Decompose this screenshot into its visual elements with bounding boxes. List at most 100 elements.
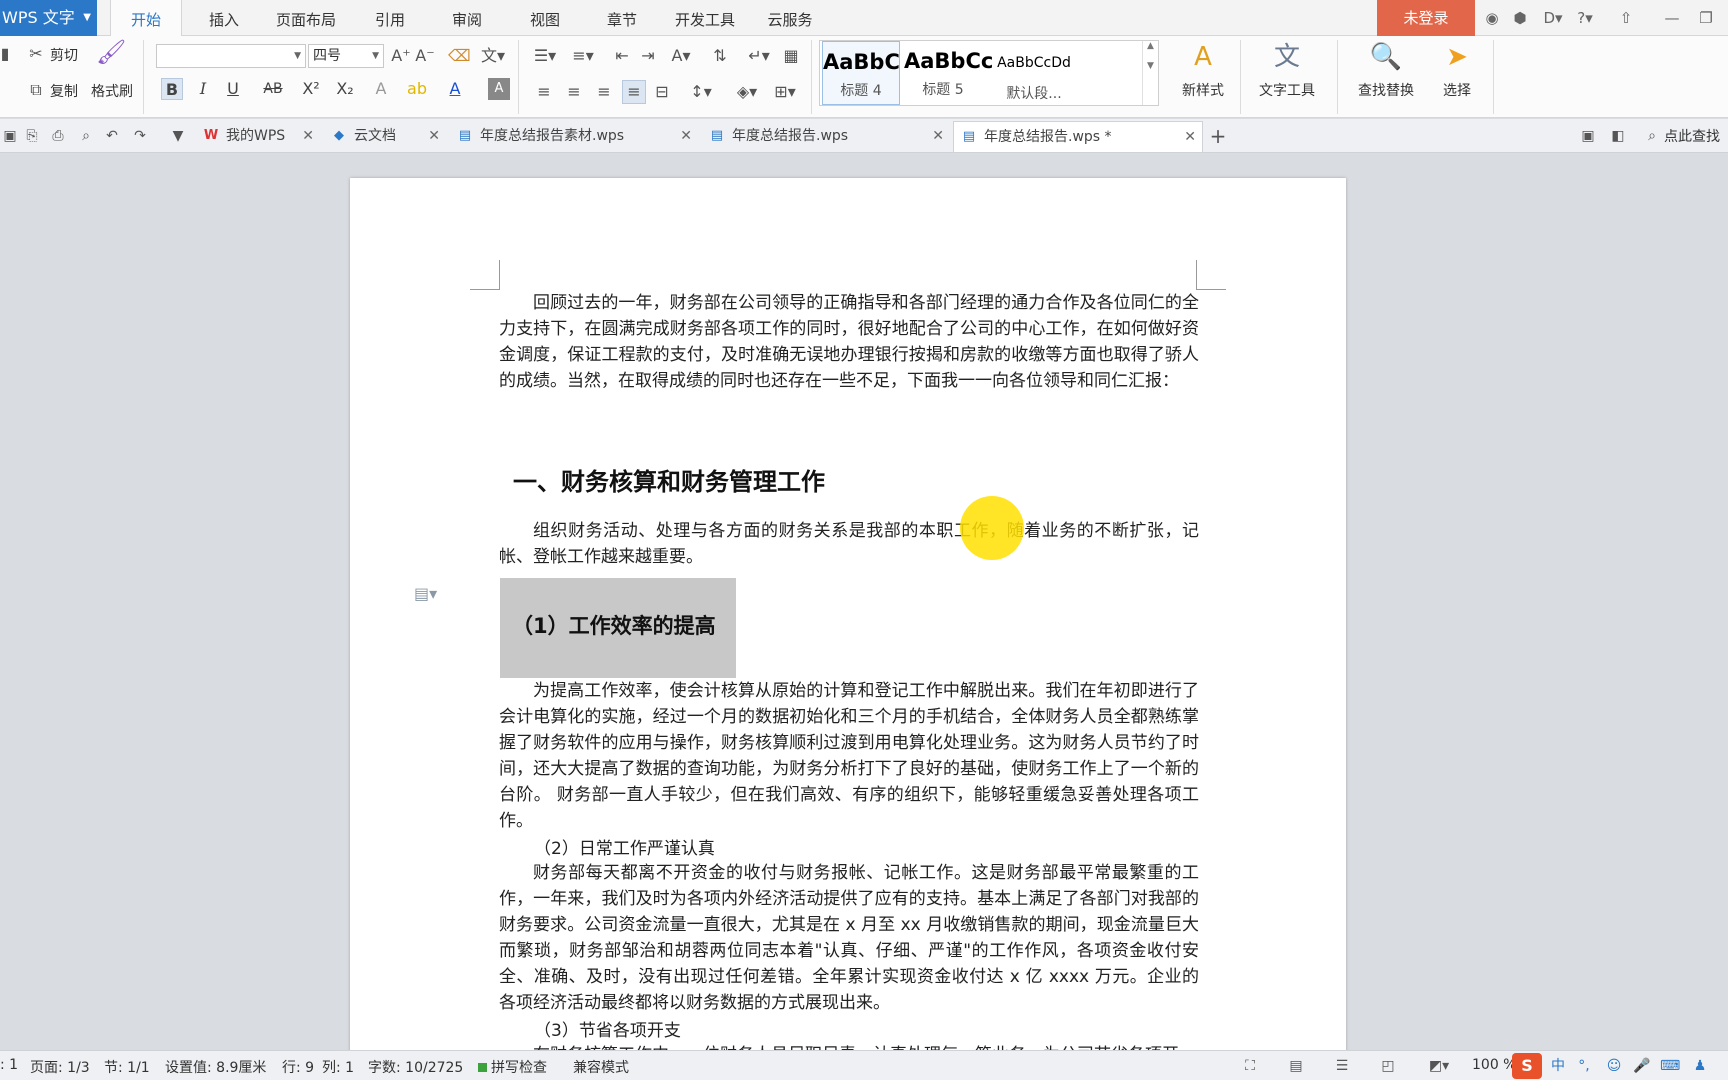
new-tab-plus-icon[interactable]: +	[1208, 126, 1228, 146]
undo-icon[interactable]: ↶	[102, 126, 122, 146]
cut-button[interactable]: 剪切	[50, 45, 78, 65]
paste-icon[interactable]: ▮	[0, 44, 10, 64]
paragraph-layout-icon[interactable]: ▤▾	[414, 584, 437, 603]
chevron-down-icon[interactable]: ▼	[168, 126, 188, 146]
style-heading-5[interactable]: AaBbCc 标题 5	[904, 41, 993, 105]
restore-ribbon-icon[interactable]: ⇧	[1616, 8, 1636, 28]
punctuation-icon[interactable]: °,	[1574, 1056, 1594, 1076]
skin-icon[interactable]: ◉	[1482, 8, 1502, 28]
underline-button[interactable]: U	[222, 78, 244, 100]
text-effect-button[interactable]: A	[370, 78, 392, 100]
selected-heading-highlight[interactable]: （1）工作效率的提高	[500, 578, 736, 678]
align-center-icon[interactable]: ≡	[564, 82, 584, 102]
bold-button[interactable]: B	[161, 78, 183, 100]
status-word-count[interactable]: 字数: 10/2725	[368, 1057, 463, 1077]
justify-icon[interactable]: ≡	[622, 80, 646, 104]
maximize-icon[interactable]: ❐	[1696, 8, 1716, 28]
web-view-icon[interactable]: ◰	[1378, 1056, 1398, 1076]
scissors-icon[interactable]: ✂	[26, 44, 46, 64]
increase-indent-icon[interactable]: ⇥	[638, 46, 658, 66]
close-icon[interactable]: ✕	[680, 121, 692, 151]
style-heading-4[interactable]: AaBbC 标题 4	[822, 41, 900, 105]
close-icon[interactable]: ✕	[1184, 122, 1196, 152]
copy-icon[interactable]: ⧉	[26, 80, 46, 100]
fullscreen-icon[interactable]: ⛶	[1240, 1056, 1260, 1076]
minimize-icon[interactable]: —	[1662, 8, 1682, 28]
print-icon[interactable]: ⎙	[48, 126, 68, 146]
new-style-button[interactable]: A 新样式	[1170, 40, 1236, 100]
search-icon[interactable]: ⌕	[1642, 126, 1662, 146]
keyboard-icon[interactable]: ⌨	[1660, 1056, 1680, 1076]
font-name-select[interactable]: ▼	[156, 44, 306, 68]
phonetic-guide-icon[interactable]: 文▾	[478, 46, 508, 66]
close-icon[interactable]: ✕	[428, 121, 440, 151]
help-icon[interactable]: ?▾	[1572, 8, 1598, 28]
page-view-icon[interactable]: ▤	[1286, 1056, 1306, 1076]
shrink-font-icon[interactable]: A⁻	[414, 46, 436, 66]
tab-chapter[interactable]: 章节	[592, 0, 652, 36]
italic-button[interactable]: I	[192, 78, 214, 100]
tab-document[interactable]: ▤ 年度总结报告.wps ✕	[702, 121, 950, 152]
clear-format-icon[interactable]: ⌫	[448, 46, 471, 66]
emoji-icon[interactable]: ☺	[1604, 1056, 1624, 1076]
tab-review[interactable]: 审阅	[437, 0, 497, 36]
table-icon[interactable]: ▦	[781, 46, 801, 66]
show-marks-icon[interactable]: ↵▾	[744, 46, 774, 66]
input-method-logo-icon[interactable]: S	[1512, 1053, 1542, 1079]
paragraph-shading-icon[interactable]: ◈▾	[732, 82, 762, 102]
align-left-icon[interactable]: ≡	[534, 82, 554, 102]
tab-view[interactable]: 视图	[515, 0, 575, 36]
toolbox-icon[interactable]: ◧	[1608, 126, 1628, 146]
bullet-list-icon[interactable]: ☰▾	[530, 46, 560, 66]
tab-home[interactable]: 开始	[110, 0, 182, 37]
decrease-indent-icon[interactable]: ⇤	[612, 46, 632, 66]
tab-document-active[interactable]: ▤ 年度总结报告.wps * ✕	[953, 121, 1203, 152]
tab-page-layout[interactable]: 页面布局	[266, 0, 346, 36]
tab-document[interactable]: ▤ 年度总结报告素材.wps ✕	[450, 121, 698, 152]
new-doc-icon[interactable]: ⎘	[22, 126, 42, 146]
style-gallery-scroll[interactable]: ▲ ▼	[1142, 41, 1158, 105]
tab-cloud-service[interactable]: 云服务	[758, 0, 822, 36]
outline-view-icon[interactable]: ☰	[1332, 1056, 1352, 1076]
style-default-paragraph[interactable]: AaBbCcDd 默认段...	[984, 41, 1084, 105]
font-size-select[interactable]: 四号 ▼	[308, 44, 384, 68]
copy-button[interactable]: 复制	[50, 81, 78, 101]
share-icon[interactable]: D▾	[1540, 8, 1566, 28]
search-hint[interactable]: 点此查找	[1664, 126, 1720, 146]
print-preview-icon[interactable]: ⌕	[76, 126, 96, 146]
tab-my-wps[interactable]: W 我的WPS ✕	[196, 121, 320, 152]
user-icon[interactable]: ♟	[1690, 1056, 1710, 1076]
login-button[interactable]: 未登录	[1377, 0, 1475, 36]
format-painter-icon[interactable]: 🖌	[96, 40, 126, 64]
chat-icon[interactable]: ▣	[1578, 126, 1598, 146]
save-icon[interactable]: ▣	[0, 126, 20, 146]
distributed-align-icon[interactable]: ⊟	[652, 82, 672, 102]
tab-references[interactable]: 引用	[360, 0, 420, 36]
select-button[interactable]: ➤ 选择	[1432, 40, 1482, 100]
format-painter-button[interactable]: 格式刷	[91, 81, 133, 101]
tab-cloud-docs[interactable]: ◆ 云文档 ✕	[324, 121, 446, 152]
borders-icon[interactable]: ⊞▾	[770, 82, 800, 102]
align-right-icon[interactable]: ≡	[594, 82, 614, 102]
subscript-button[interactable]: X₂	[334, 78, 356, 100]
line-spacing-icon[interactable]: ↕▾	[686, 82, 716, 102]
highlight-button[interactable]: ab	[406, 78, 428, 100]
zoom-level[interactable]: 100 %	[1472, 1057, 1516, 1073]
strikethrough-button[interactable]: AB	[258, 78, 288, 100]
text-tools-button[interactable]: 文 文字工具	[1250, 40, 1324, 100]
microphone-icon[interactable]: 🎤	[1632, 1056, 1652, 1076]
reading-view-icon[interactable]: ◩▾	[1424, 1056, 1454, 1076]
close-icon[interactable]: ✕	[932, 121, 944, 151]
tab-developer[interactable]: 开发工具	[668, 0, 742, 36]
grow-font-icon[interactable]: A⁺	[390, 46, 412, 66]
superscript-button[interactable]: X²	[300, 78, 322, 100]
close-icon[interactable]: ✕	[302, 121, 314, 151]
status-page[interactable]: 页面: 1/3	[30, 1057, 90, 1077]
settings-icon[interactable]: ⬢	[1510, 8, 1530, 28]
document-page[interactable]: 回顾过去的一年，财务部在公司领导的正确指导和各部门经理的通力合作及各位同仁的全力…	[350, 178, 1346, 1050]
sort-icon[interactable]: ⇅	[710, 46, 730, 66]
numbered-list-icon[interactable]: ≡▾	[568, 46, 598, 66]
text-direction-icon[interactable]: A▾	[666, 46, 696, 66]
chinese-mode-icon[interactable]: 中	[1548, 1056, 1568, 1076]
spell-check-toggle[interactable]: 拼写检查	[478, 1057, 547, 1077]
